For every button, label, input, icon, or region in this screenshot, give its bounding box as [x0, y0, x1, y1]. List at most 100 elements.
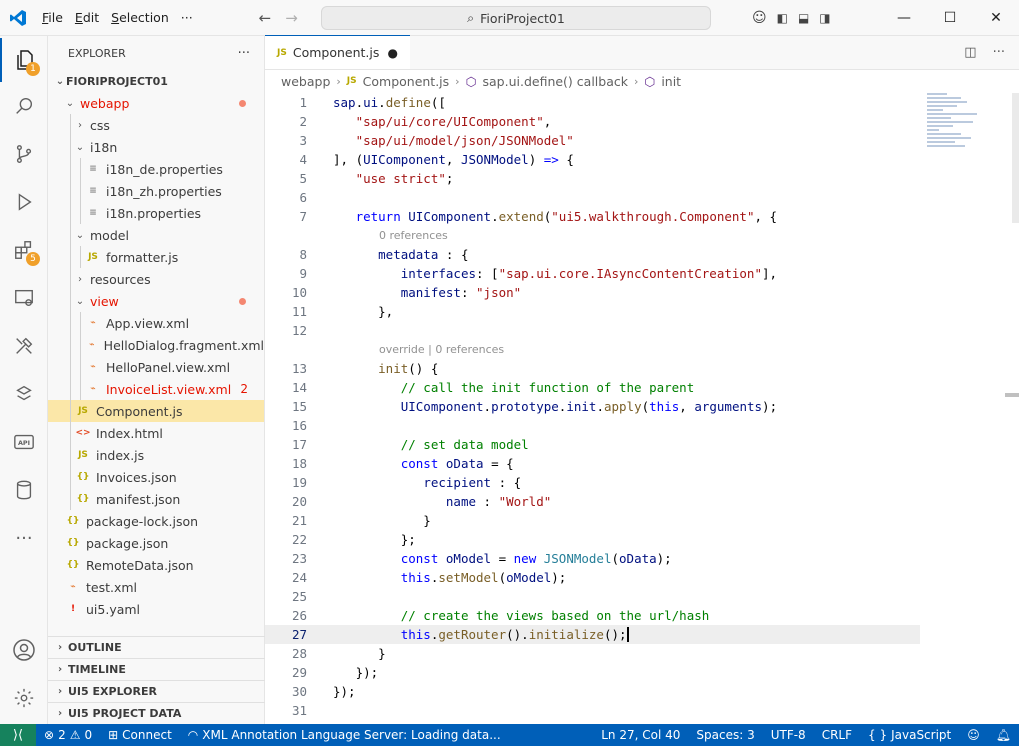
tree-file[interactable]: ⌁ App.view.xml [48, 312, 264, 334]
minimize-button[interactable]: — [881, 0, 927, 36]
more-views-icon[interactable]: ··· [0, 516, 48, 560]
code-lens-label[interactable]: override | 0 references [379, 340, 504, 359]
code-editor[interactable]: 1 sap.ui.define([ 2 "sap/ui/core/UICompon… [265, 93, 1019, 720]
js-file-icon: JS [346, 76, 357, 86]
explorer-more-button[interactable]: ··· [238, 46, 250, 61]
tree-folder[interactable]: › resources [48, 268, 264, 290]
xml-server-status[interactable]: ◠ XML Annotation Language Server: Loading… [180, 728, 509, 742]
tree-item-label: view [90, 293, 119, 309]
tab-component-js[interactable]: JS Component.js ● [265, 35, 410, 69]
close-window-button[interactable]: ✕ [973, 0, 1019, 36]
tree-file[interactable]: {} manifest.json [48, 488, 264, 510]
tree-file[interactable]: ⌁ HelloPanel.view.xml [48, 356, 264, 378]
maximize-button[interactable]: ☐ [927, 0, 973, 36]
code-line: 13 init() { [291, 361, 439, 376]
toggle-primary-sidebar-icon[interactable]: ◧ [777, 11, 788, 25]
ui5-tools-icon[interactable] [0, 372, 48, 416]
braces-icon: { } [868, 728, 888, 742]
code-lens-label[interactable]: 0 references [379, 226, 448, 245]
breadcrumb-file[interactable]: Component.js [363, 74, 450, 89]
tree-file[interactable]: JS formatter.js [48, 246, 264, 268]
editor-more-button[interactable]: ··· [993, 45, 1005, 60]
breadcrumb-callback[interactable]: sap.ui.define() callback [483, 74, 628, 89]
breadcrumb-webapp[interactable]: webapp [281, 74, 330, 89]
connect-button[interactable]: ⊞ Connect [100, 728, 180, 742]
vertical-scrollbar[interactable] [1005, 93, 1019, 724]
encoding[interactable]: UTF-8 [763, 728, 814, 742]
section-ui5-explorer[interactable]: › UI5 EXPLORER [48, 680, 265, 702]
chevron-down-icon: ⌄ [55, 75, 65, 87]
menu-edit[interactable]: Edit [69, 0, 105, 36]
tree-folder[interactable]: ⌄ i18n [48, 136, 264, 158]
code-line: 14 // call the init function of the pare… [291, 380, 695, 395]
tree-file[interactable]: ≡ i18n_de.properties [48, 158, 264, 180]
section-ui5-project-data[interactable]: › UI5 PROJECT DATA [48, 702, 265, 724]
end-of-line[interactable]: CRLF [814, 728, 860, 742]
symbol-method-icon: ⬡ [644, 73, 656, 89]
menu-selection[interactable]: Selection [105, 0, 175, 36]
tree-file[interactable]: JS index.js [48, 444, 264, 466]
database-icon[interactable] [0, 468, 48, 512]
search-icon[interactable] [0, 84, 48, 128]
code-lens[interactable]: 0 references [265, 226, 1019, 245]
copilot-icon[interactable]: ☺ [752, 10, 767, 26]
section-timeline[interactable]: › TIMELINE [48, 658, 265, 680]
cursor-position[interactable]: Ln 27, Col 40 [593, 728, 688, 742]
forward-arrow-icon[interactable]: → [285, 9, 298, 27]
code-line: 24 this.setModel(oModel); [291, 570, 567, 585]
vscode-window: File Edit Selection ··· ← → ⌕ FioriProje… [0, 0, 1019, 746]
language-mode[interactable]: { } JavaScript [860, 728, 959, 742]
code-line: 9 interfaces: ["sap.ui.core.IAsyncConten… [299, 266, 778, 281]
breadcrumb-init[interactable]: init [661, 74, 681, 89]
split-editor-icon[interactable]: ◫ [964, 45, 976, 60]
source-control-icon[interactable] [0, 132, 48, 176]
extensions-badge: 5 [26, 252, 40, 266]
tree-file[interactable]: JS Component.js [48, 400, 264, 422]
account-icon[interactable] [0, 628, 48, 672]
section-outline[interactable]: › OUTLINE [48, 636, 265, 658]
remote-explorer-icon[interactable] [0, 276, 48, 320]
tree-folder[interactable]: ⌄ model [48, 224, 264, 246]
code-lens[interactable]: override | 0 references [265, 340, 1019, 359]
tree-item-label: i18n.properties [106, 205, 202, 221]
tree-file[interactable]: {} package.json [48, 532, 264, 554]
minimap[interactable] [927, 93, 997, 153]
unsaved-dot-icon[interactable]: ● [388, 46, 398, 60]
notifications-bell-icon[interactable]: 🔔︎ [988, 728, 1019, 742]
tree-folder[interactable]: ⌄ view [48, 290, 264, 312]
command-center-search[interactable]: ⌕ FioriProject01 [321, 6, 711, 30]
tree-file[interactable]: ⌁ test.xml [48, 576, 264, 598]
indentation[interactable]: Spaces: 3 [688, 728, 762, 742]
tree-file[interactable]: ! ui5.yaml [48, 598, 264, 620]
tree-file[interactable]: ≡ i18n.properties [48, 202, 264, 224]
tree-file[interactable]: ≡ i18n_zh.properties [48, 180, 264, 202]
menu-file[interactable]: File [36, 0, 69, 36]
problem-dot-icon [239, 99, 246, 107]
js-file-icon: JS [277, 47, 287, 58]
tree-folder[interactable]: ⌄ webapp [48, 92, 264, 114]
problems-indicator[interactable]: ⊗ 2 ⚠ 0 [36, 728, 100, 742]
tree-file[interactable]: ⌁ HelloDialog.fragment.xml [48, 334, 264, 356]
copilot-status-icon[interactable]: ☺ [959, 728, 988, 742]
tree-file[interactable]: {} RemoteData.json [48, 554, 264, 576]
code-line: 15 UIComponent.prototype.init.apply(this… [291, 399, 778, 414]
tree-folder[interactable]: › css [48, 114, 264, 136]
extensions-icon[interactable]: 5 [0, 228, 48, 272]
scrollbar-thumb[interactable] [1012, 93, 1019, 223]
remote-indicator-icon[interactable]: ⟩⟨ [0, 724, 36, 746]
settings-gear-icon[interactable] [0, 676, 48, 720]
tree-file[interactable]: ⌁ InvoiceList.view.xml 2 [48, 378, 264, 400]
run-debug-icon[interactable] [0, 180, 48, 224]
tree-file[interactable]: {} Invoices.json [48, 466, 264, 488]
tree-file[interactable]: {} package-lock.json [48, 510, 264, 532]
tree-item-label: RemoteData.json [86, 557, 194, 573]
toggle-panel-icon[interactable]: ⬓ [798, 11, 809, 25]
explorer-icon[interactable]: 1 [0, 38, 48, 82]
menu-more-button[interactable]: ··· [175, 0, 199, 36]
api-icon[interactable]: API [0, 420, 48, 464]
back-arrow-icon[interactable]: ← [259, 9, 272, 27]
tools-icon[interactable] [0, 324, 48, 368]
toggle-secondary-sidebar-icon[interactable]: ◨ [819, 11, 830, 25]
project-root[interactable]: ⌄ FIORIPROJECT01 [48, 70, 264, 92]
tree-file[interactable]: <> Index.html [48, 422, 264, 444]
